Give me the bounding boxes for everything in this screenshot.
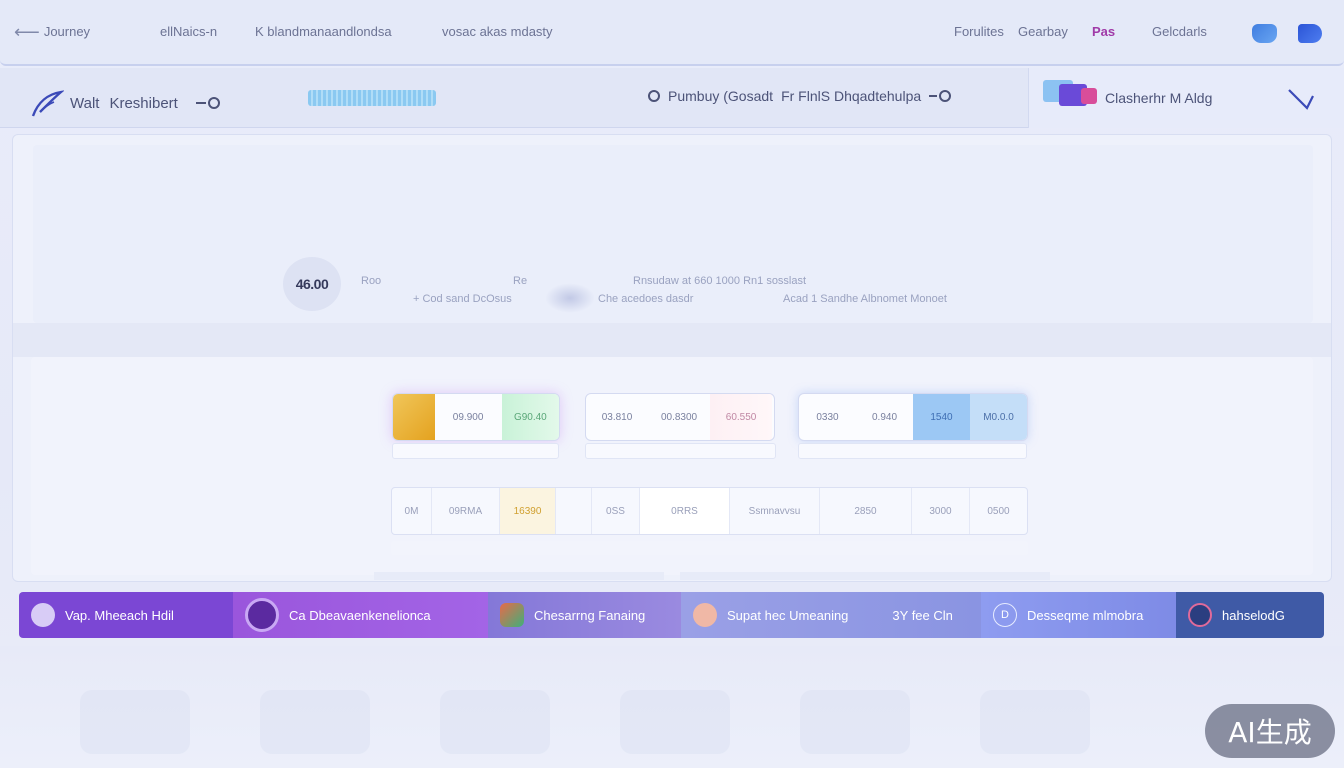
nav-link-1[interactable]: ellNaics-n	[160, 24, 217, 39]
stat-card-1-value-b: G90.40	[501, 394, 559, 440]
brand[interactable]: Walt Kreshibert	[30, 88, 220, 118]
stat-card-3-value-b: 0.940	[871, 411, 898, 423]
bottom-tab-strip: Vap. Mheeach Hdil Ca Dbeavaenkenelionca …	[19, 592, 1324, 638]
app-stack-icon	[1043, 80, 1101, 106]
tab-4[interactable]: Supat hec Umeaning 3Y fee Cln	[681, 592, 981, 638]
table-row-footer	[391, 541, 1028, 555]
table-cell: 3000	[912, 488, 970, 534]
value-badge: 46.00	[283, 257, 341, 311]
back-button[interactable]: ⟵ Journey	[14, 21, 91, 42]
blurred-shape	[80, 690, 190, 754]
blurred-shape	[620, 690, 730, 754]
table-cell	[556, 488, 592, 534]
tab-6-label: hahselodG	[1222, 607, 1285, 623]
summary-text-6: Acad 1 Sandhe Albnomet Monoet	[783, 293, 947, 305]
tab-2-label: Ca Dbeavaenkenelionca	[289, 607, 431, 623]
table-cell: 0500	[987, 505, 1010, 517]
summary-text-5: Rnsudaw at 660 1000 Rn1 sosslast	[633, 275, 807, 287]
stat-card-3-value-a: 0330	[816, 411, 839, 423]
progress-bar	[308, 90, 436, 106]
tab-4-label: Supat hec Umeaning	[727, 607, 849, 623]
ring-icon	[648, 90, 660, 102]
nav-link-pas[interactable]: Pas	[1092, 24, 1115, 39]
toolbar-center[interactable]: Pumbuy (Gosadt Fr FlnlS Dhqadtehulpa	[648, 88, 952, 104]
tab-2-gem-icon	[245, 598, 279, 632]
tab-1[interactable]: Vap. Mheeach Hdil	[19, 592, 233, 638]
stat-card-3-footer	[798, 443, 1027, 459]
stat-card-3[interactable]: 0330 0.940 1540 M0.0.0	[798, 393, 1028, 441]
stat-card-1[interactable]: 09.900 G90.40	[392, 393, 560, 441]
divider	[374, 572, 664, 580]
tab-3-label: Chesarrng Fanaing	[534, 607, 646, 623]
table-cell: 0M	[392, 488, 432, 534]
table-cell: 2850	[820, 488, 912, 534]
nav-link-2[interactable]: K blandmanaandlondsa	[255, 24, 392, 39]
tab-5-label: Desseqme mlmobra	[1027, 607, 1144, 623]
table-cell: Ssmnavvsu	[730, 488, 820, 534]
tab-5[interactable]: D Desseqme mlmobra	[981, 592, 1176, 638]
brand-first: Walt	[70, 94, 100, 112]
tab-1-circle-icon	[31, 603, 55, 627]
chat-icon[interactable]	[1298, 24, 1322, 43]
stat-card-2-value-a: 03.810	[601, 411, 633, 423]
nav-link-gearbay[interactable]: Gearbay	[1018, 24, 1068, 39]
account-panel[interactable]: Clasherhr M Aldg	[1028, 68, 1344, 128]
tab-6[interactable]: hahselodG	[1176, 592, 1324, 638]
nav-link-calendars[interactable]: Gelcdarls	[1152, 24, 1207, 39]
brand-second: Kreshibert	[109, 94, 178, 112]
tab-3-cube-icon	[500, 603, 524, 627]
blurred-shape	[980, 690, 1090, 754]
table-cell: 0SS	[592, 488, 640, 534]
table-cell: 0RRS	[640, 488, 730, 534]
bottom-background	[0, 646, 1344, 768]
tab-4-extra: 3Y fee Cln	[892, 607, 953, 623]
summary-text-4: Che acedoes dasdr	[598, 293, 694, 305]
panel-divider-band	[13, 323, 1331, 357]
collapse-chevron-icon[interactable]	[1287, 86, 1317, 112]
toggle-switch[interactable]	[195, 97, 220, 109]
toolbar-center-text: Pumbuy (Gosadt	[668, 88, 774, 104]
account-label: Clasherhr M Aldg	[1105, 90, 1213, 106]
nav-link-features[interactable]: Forulites	[954, 24, 1004, 39]
brand-title: Walt Kreshibert	[70, 95, 178, 112]
nav-link-3[interactable]: vosac akas mdasty	[442, 24, 553, 39]
stat-card-2-footer	[585, 443, 776, 459]
tab-1-label: Vap. Mheeach Hdil	[65, 607, 174, 623]
stat-card-2-value-b: 00.8300	[660, 411, 698, 423]
blurred-shape	[440, 690, 550, 754]
stat-card-2[interactable]: 03.810 00.8300 60.550	[585, 393, 775, 441]
table-cell: 09RMA	[432, 488, 500, 534]
blurred-graphic	[545, 283, 595, 313]
summary-text-3: Re	[513, 275, 528, 287]
tab-4-hex-icon	[693, 603, 717, 627]
toolbar-center-text-2: Fr FlnlS Dhqadtehulpa	[781, 88, 922, 104]
top-navigation-bar: ⟵ Journey ellNaics-n K blandmanaandlonds…	[0, 0, 1344, 66]
gold-gem-icon	[393, 394, 435, 440]
summary-text-2: + Cod sand DcOsus	[413, 293, 512, 305]
feather-logo-icon	[30, 88, 65, 118]
tab-5-letter-icon: D	[993, 603, 1017, 627]
stat-card-1-value-a: 09.900	[452, 411, 484, 423]
ai-generated-watermark: AI生成	[1205, 704, 1335, 758]
stat-card-2-value-c: 60.550	[710, 394, 773, 440]
table-cell-highlight: 16390	[500, 488, 556, 534]
back-label: Journey	[43, 24, 91, 39]
cloud-icon[interactable]	[1252, 24, 1277, 43]
toolbar: Walt Kreshibert Pumbuy (Gosadt Fr FlnlS D…	[0, 68, 1344, 128]
tab-3[interactable]: Chesarrng Fanaing	[488, 592, 681, 638]
summary-text-1: Roo	[361, 275, 382, 287]
table-row[interactable]: 0M 09RMA 16390 0SS 0RRS Ssmnavvsu 2850 3…	[391, 487, 1028, 535]
tab-2[interactable]: Ca Dbeavaenkenelionca	[233, 592, 488, 638]
blurred-shape	[260, 690, 370, 754]
toggle-icon[interactable]	[929, 90, 952, 102]
toggle-knob-icon	[207, 97, 220, 109]
stat-card-3-value-c: 1540	[913, 394, 970, 440]
blurred-shape	[800, 690, 910, 754]
stat-card-1-footer	[392, 443, 559, 459]
stat-card-3-value-d: M0.0.0	[970, 394, 1027, 440]
back-arrow-icon: ⟵	[14, 21, 40, 42]
tab-6-ring-icon	[1188, 603, 1212, 627]
divider	[680, 572, 1050, 580]
